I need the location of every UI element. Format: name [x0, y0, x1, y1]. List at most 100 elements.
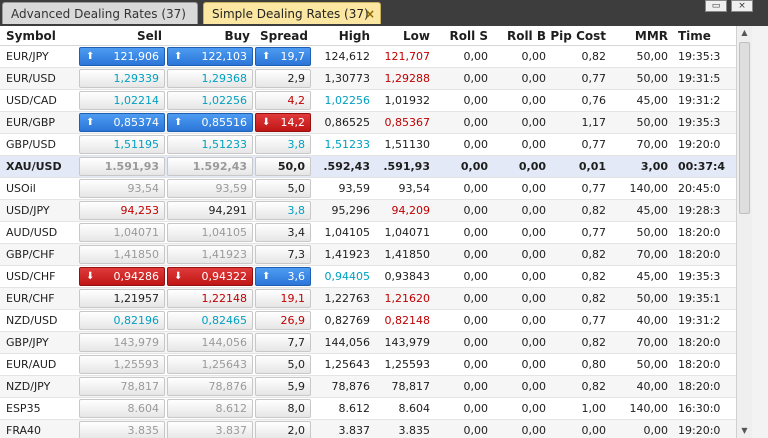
spread-price-button[interactable]: 50,0: [255, 157, 311, 176]
spread-price-button[interactable]: 3,8: [255, 135, 311, 154]
sell-price-button[interactable]: 0,82196: [79, 311, 165, 330]
column-header-symbol[interactable]: Symbol: [0, 26, 78, 47]
spread-price-button[interactable]: 7,7: [255, 333, 311, 352]
vertical-scrollbar[interactable]: ▲ ▼: [736, 26, 752, 438]
buy-price-button[interactable]: 1,29368: [167, 69, 253, 88]
spread-price-button[interactable]: 2,0: [255, 421, 311, 438]
buy-price-button[interactable]: 1,04105: [167, 223, 253, 242]
column-header-roll-s[interactable]: Roll S: [434, 26, 492, 47]
spread-price-button[interactable]: 5,9: [255, 377, 311, 396]
column-header-roll-b[interactable]: Roll B: [492, 26, 550, 47]
spread-price-button[interactable]: 3,4: [255, 223, 311, 242]
rate-row[interactable]: EUR/JPY ⬆ 121,906 ⬆ 122,103 ⬆ 19,7 124,612 121,7…: [0, 46, 736, 68]
close-tab-icon[interactable]: ×: [365, 3, 375, 25]
spread-price-button[interactable]: 19,1: [255, 289, 311, 308]
rate-row[interactable]: USOil 93,54 93,59 5,0 93,59 93,54 0,00 0,00 0,77…: [0, 178, 736, 200]
tab-advanced-dealing-rates[interactable]: Advanced Dealing Rates (37): [2, 2, 198, 24]
sell-price-button[interactable]: 1,04071: [79, 223, 165, 242]
buy-price-button[interactable]: 93,59: [167, 179, 253, 198]
spread-price-button[interactable]: ⬇ 14,2: [255, 113, 311, 132]
column-header-time[interactable]: Time: [672, 26, 736, 47]
sell-price-button[interactable]: 1,41850: [79, 245, 165, 264]
buy-price-button[interactable]: 8.612: [167, 399, 253, 418]
sell-price-button[interactable]: 93,54: [79, 179, 165, 198]
tab-simple-dealing-rates[interactable]: Simple Dealing Rates (37) ×: [203, 2, 381, 24]
scroll-down-icon[interactable]: ▼: [737, 424, 752, 438]
sell-price-button[interactable]: 1,02214: [79, 91, 165, 110]
sell-value: 1,21957: [113, 292, 160, 305]
column-header-pip-cost[interactable]: Pip Cost: [550, 26, 610, 47]
sell-price-button[interactable]: ⬆ 0,85374: [79, 113, 165, 132]
sell-price-button[interactable]: 94,253: [79, 201, 165, 220]
buy-value: 144,056: [201, 336, 248, 349]
spread-price-button[interactable]: 7,3: [255, 245, 311, 264]
buy-price-button[interactable]: ⬆ 0,85516: [167, 113, 253, 132]
spread-price-button[interactable]: 8,0: [255, 399, 311, 418]
sell-price-button[interactable]: 78,817: [79, 377, 165, 396]
buy-price-button[interactable]: 1,25643: [167, 355, 253, 374]
time-cell: 19:35:3: [678, 116, 721, 129]
sell-price-button[interactable]: 1,21957: [79, 289, 165, 308]
rate-row[interactable]: GBP/CHF 1,41850 1,41923 7,3 1,41923 1,41850 0,…: [0, 244, 736, 266]
buy-value: 0,82465: [201, 314, 248, 327]
scrollbar-thumb[interactable]: [739, 42, 750, 214]
spread-price-button[interactable]: 4,2: [255, 91, 311, 110]
rate-row[interactable]: AUD/USD 1,04071 1,04105 3,4 1,04105 1,04071 0,…: [0, 222, 736, 244]
sell-price-button[interactable]: ⬆ 121,906: [79, 47, 165, 66]
buy-price-button[interactable]: ⬇ 0,94322: [167, 267, 253, 286]
rate-row[interactable]: EUR/AUD 1,25593 1,25643 5,0 1,25643 1,25593 0,…: [0, 354, 736, 376]
rate-row[interactable]: NZD/JPY 78,817 78,876 5,9 78,876 78,817 0,00 0,…: [0, 376, 736, 398]
grid-header: Symbol Sell Buy Spread High Low Roll S Roll B Pi…: [0, 26, 736, 46]
buy-price-button[interactable]: 94,291: [167, 201, 253, 220]
buy-price-button[interactable]: ⬆ 122,103: [167, 47, 253, 66]
rate-row[interactable]: USD/JPY 94,253 94,291 3,8 95,296 94,209 0,00 0,…: [0, 200, 736, 222]
rate-row[interactable]: NZD/USD 0,82196 0,82465 26,9 0,82769 0,82148 0…: [0, 310, 736, 332]
spread-price-button[interactable]: 5,0: [255, 179, 311, 198]
spread-price-button[interactable]: 26,9: [255, 311, 311, 330]
column-header-mmr[interactable]: MMR: [610, 26, 672, 47]
sell-price-button[interactable]: 1.591,93: [79, 157, 165, 176]
sell-price-button[interactable]: 1,29339: [79, 69, 165, 88]
rate-row[interactable]: GBP/USD 1,51195 1,51233 3,8 1,51233 1,51130 0,…: [0, 134, 736, 156]
buy-price-button[interactable]: 144,056: [167, 333, 253, 352]
buy-price-button[interactable]: 0,82465: [167, 311, 253, 330]
close-window-button[interactable]: ×: [731, 0, 753, 12]
restore-window-button[interactable]: ▭: [705, 0, 727, 12]
buy-price-button[interactable]: 1,41923: [167, 245, 253, 264]
scroll-up-icon[interactable]: ▲: [737, 26, 752, 40]
column-header-high[interactable]: High: [312, 26, 374, 47]
sell-price-button[interactable]: 1,51195: [79, 135, 165, 154]
buy-price-button[interactable]: 1.592,43: [167, 157, 253, 176]
column-header-low[interactable]: Low: [374, 26, 434, 47]
pip-cost-cell: 0,77: [581, 226, 607, 239]
spread-price-button[interactable]: 2,9: [255, 69, 311, 88]
buy-price-button[interactable]: 3.837: [167, 421, 253, 438]
sell-price-button[interactable]: 3.835: [79, 421, 165, 438]
sell-price-button[interactable]: 8.604: [79, 399, 165, 418]
rate-row[interactable]: USD/CAD 1,02214 1,02256 4,2 1,02256 1,01932 0,…: [0, 90, 736, 112]
buy-price-button[interactable]: 1,51233: [167, 135, 253, 154]
column-header-sell[interactable]: Sell: [78, 26, 166, 47]
time-cell: 16:30:0: [678, 402, 721, 415]
rate-row[interactable]: USD/CHF ⬇ 0,94286 ⬇ 0,94322 ⬆ 3,6 0,94405 0,9384…: [0, 266, 736, 288]
rate-row[interactable]: EUR/USD 1,29339 1,29368 2,9 1,30773 1,29288 0,…: [0, 68, 736, 90]
spread-price-button[interactable]: 3,8: [255, 201, 311, 220]
spread-price-button[interactable]: ⬆ 19,7: [255, 47, 311, 66]
column-header-buy[interactable]: Buy: [166, 26, 254, 47]
rate-row[interactable]: XAU/USD 1.591,93 1.592,43 50,0 .592,43 .591,9…: [0, 156, 736, 178]
sell-price-button[interactable]: ⬇ 0,94286: [79, 267, 165, 286]
sell-price-button[interactable]: 1,25593: [79, 355, 165, 374]
buy-price-button[interactable]: 78,876: [167, 377, 253, 396]
roll-s-cell: 0,00: [463, 292, 489, 305]
sell-price-button[interactable]: 143,979: [79, 333, 165, 352]
rate-row[interactable]: FRA40 3.835 3.837 2,0 3.837 3.835 0,00 0,00 0,00…: [0, 420, 736, 438]
rate-row[interactable]: EUR/CHF 1,21957 1,22148 19,1 1,22763 1,21620 0…: [0, 288, 736, 310]
rate-row[interactable]: ESP35 8.604 8.612 8,0 8.612 8.604 0,00 0,00 1,00…: [0, 398, 736, 420]
spread-price-button[interactable]: ⬆ 3,6: [255, 267, 311, 286]
spread-price-button[interactable]: 5,0: [255, 355, 311, 374]
buy-price-button[interactable]: 1,22148: [167, 289, 253, 308]
rate-row[interactable]: EUR/GBP ⬆ 0,85374 ⬆ 0,85516 ⬇ 14,2 0,86525 0,853…: [0, 112, 736, 134]
buy-price-button[interactable]: 1,02256: [167, 91, 253, 110]
column-header-spread[interactable]: Spread: [254, 26, 312, 47]
rate-row[interactable]: GBP/JPY 143,979 144,056 7,7 144,056 143,979 0,…: [0, 332, 736, 354]
